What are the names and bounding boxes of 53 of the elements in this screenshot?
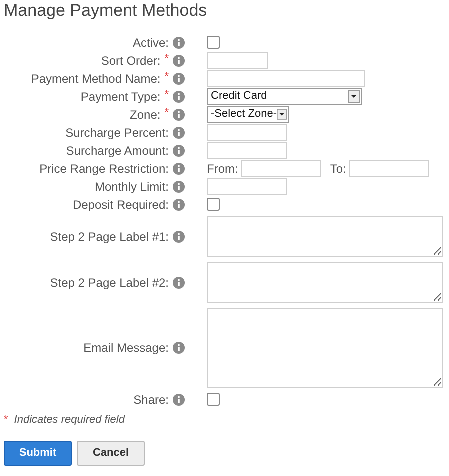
input-field[interactable] [207,142,287,159]
field-label: Payment Method Name: [31,70,161,86]
input-field[interactable] [207,70,365,87]
checkbox[interactable] [207,393,220,406]
required-mark: * [164,52,169,64]
field-label: Monthly Limit: [94,178,169,194]
info-icon[interactable] [173,54,185,66]
info-icon[interactable] [173,394,185,406]
field-label: Step 2 Page Label #2: [50,274,169,290]
info-icon[interactable] [173,180,185,192]
field-label: Share: [134,392,169,408]
field-label: Email Message: [84,340,169,356]
info-icon[interactable] [173,36,185,48]
dropdown[interactable]: Credit Card [207,88,362,105]
info-icon[interactable] [173,144,185,156]
field-label: Surcharge Amount: [66,142,169,158]
info-icon[interactable] [173,108,185,120]
field-label: Zone: [130,106,161,122]
caret-icon [277,108,287,121]
caret-icon [348,90,360,103]
info-icon[interactable] [173,72,185,84]
info-icon[interactable] [173,126,185,138]
to-label: To: [330,160,346,176]
field-label: Sort Order: [101,52,161,68]
input-field[interactable] [207,178,287,195]
info-icon[interactable] [173,198,185,210]
submit-button[interactable]: Submit [4,440,72,466]
field-label: Price Range Restriction: [40,160,169,176]
info-icon[interactable] [173,342,185,354]
required-mark: * [164,88,169,100]
from-label: From: [207,160,238,176]
dropdown[interactable]: -Select Zone- [207,106,289,123]
info-icon[interactable] [173,230,185,242]
required-mark: * [164,106,169,118]
page-title: Manage Payment Methods [4,1,208,21]
input-field[interactable] [349,160,430,177]
field-label: Payment Type: [80,88,161,104]
field-label: Step 2 Page Label #1: [50,228,169,244]
info-icon[interactable] [173,162,185,174]
required-note: Indicates required field [14,413,125,428]
field-label: Surcharge Percent: [66,124,169,140]
field-label: Deposit Required: [72,196,169,212]
checkbox[interactable] [207,198,220,211]
checkbox[interactable] [207,36,220,49]
cancel-button[interactable]: Cancel [77,440,145,466]
info-icon[interactable] [173,276,185,288]
info-icon[interactable] [173,90,185,102]
input-field[interactable] [207,124,287,141]
input-field[interactable] [241,160,322,177]
required-mark: * [4,413,8,428]
input-field[interactable] [207,52,268,69]
field-label: Active: [132,34,169,50]
required-mark: * [164,70,169,82]
